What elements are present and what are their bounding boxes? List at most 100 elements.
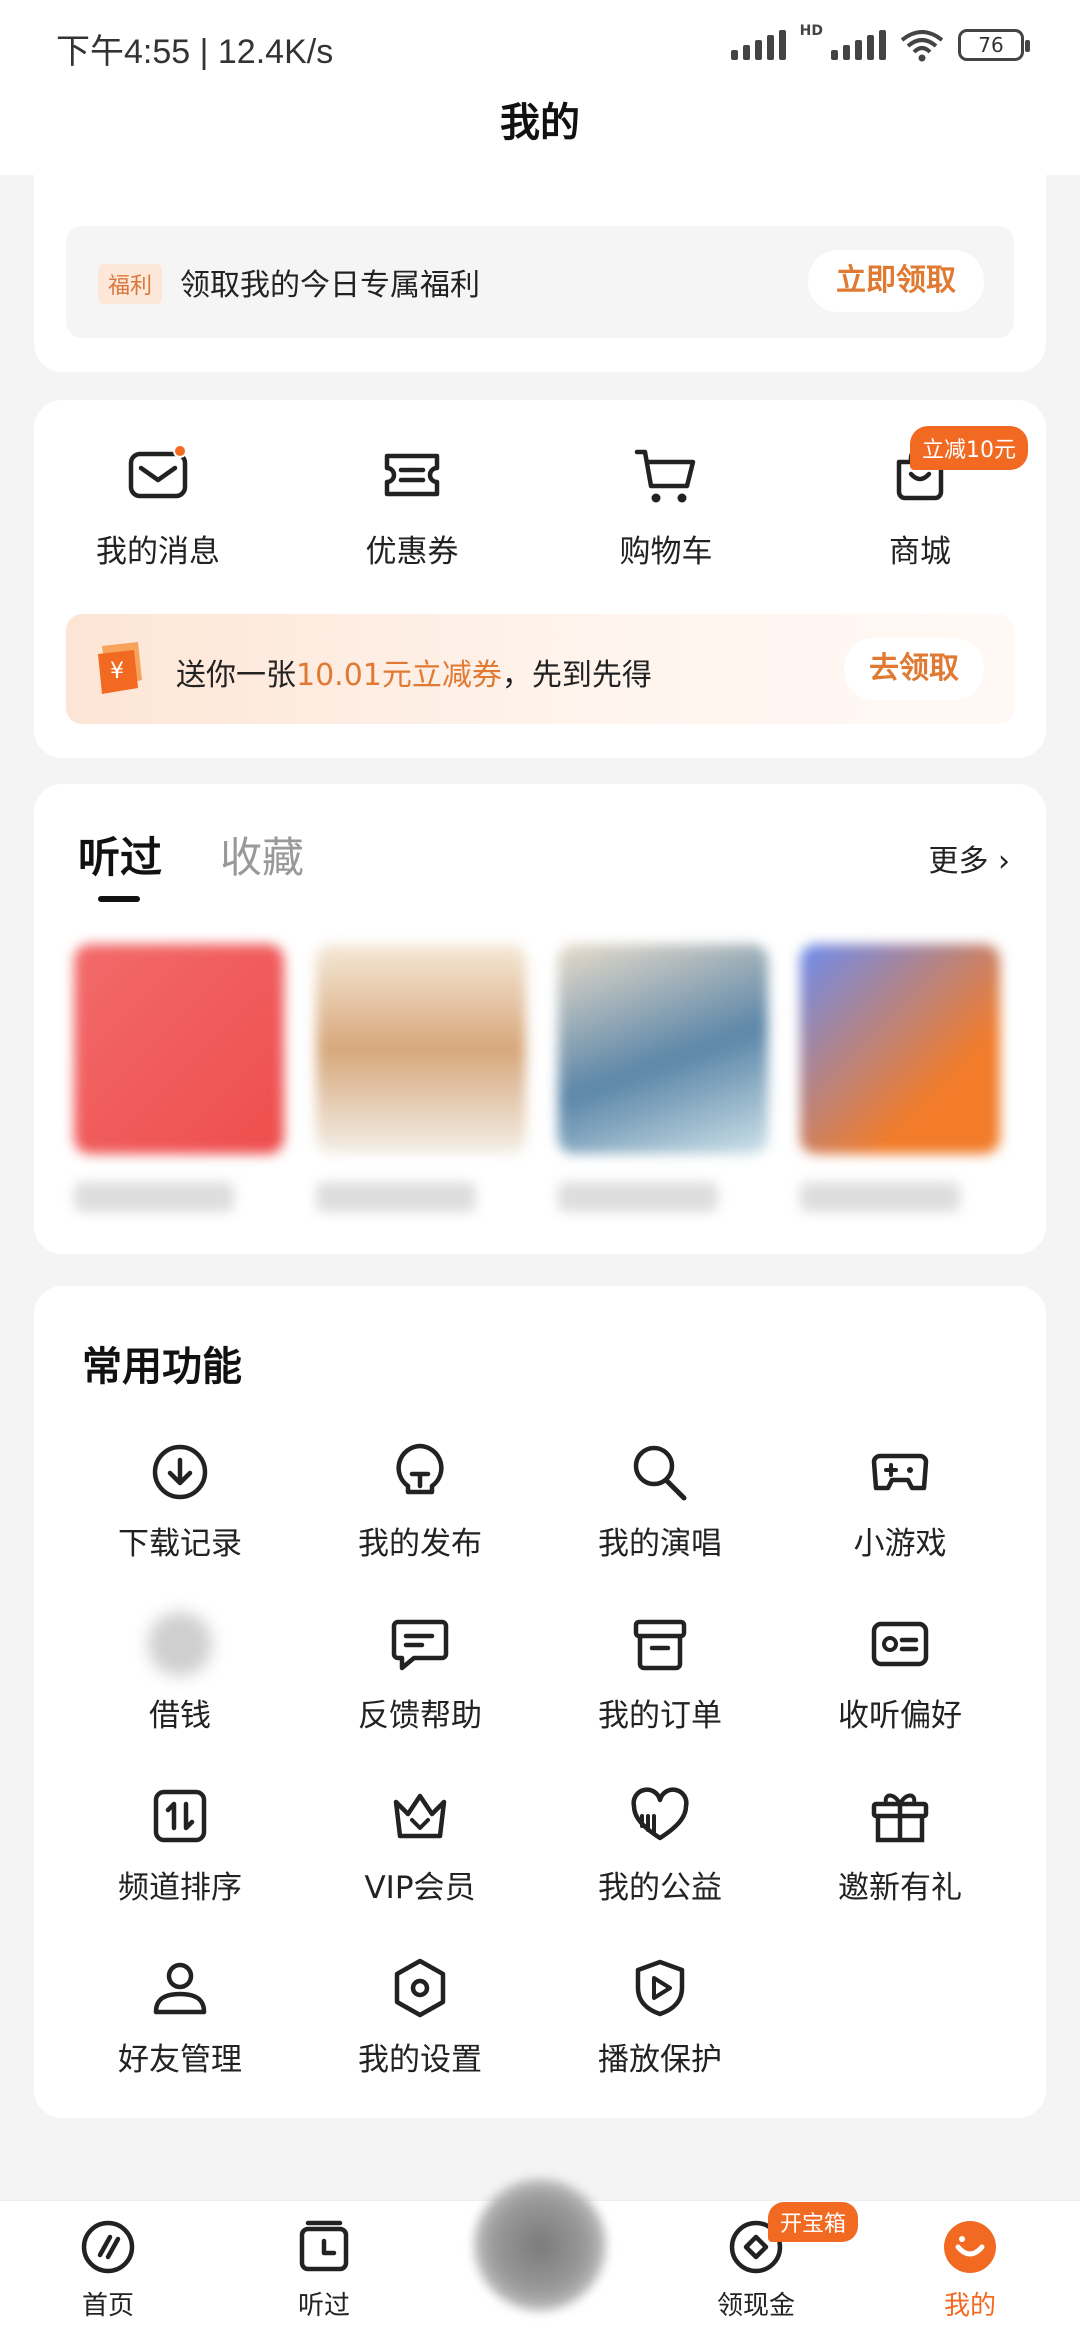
lightbulb-icon (396, 1443, 444, 1495)
welfare-text: 领取我的今日专属福利 (180, 268, 480, 303)
coupon-text-prefix: 送你一张 (176, 658, 296, 693)
charity-heart-icon (631, 1787, 689, 1841)
func-playback-protection[interactable]: 播放保护 (560, 1956, 760, 2079)
history-caption (74, 1182, 234, 1212)
history-thumbnail[interactable] (800, 944, 1000, 1154)
func-label: VIP会员 (364, 1870, 476, 1906)
func-label: 借钱 (149, 1698, 211, 1734)
coupon-highlight: 10.01元立减券 (296, 658, 502, 693)
bottom-nav: 首页 听过 领现金 我的 (0, 2179, 1080, 2340)
func-charity[interactable]: 我的公益 (560, 1784, 760, 1907)
nav-label: 领现金 (716, 2291, 795, 2321)
quick-actions-card: 我的消息 优惠券 购物车 商城 立减10元 ¥ 送你一张10.01元立减券，先到… (34, 400, 1046, 758)
feedback-icon (391, 1619, 449, 1671)
func-invite-gift[interactable]: 邀新有礼 (800, 1784, 1000, 1907)
coupon-ticket-icon: ¥ (98, 642, 142, 694)
signal-icon (730, 30, 786, 60)
welfare-tag: 福利 (98, 264, 163, 304)
order-box-icon (633, 1619, 687, 1671)
func-label: 好友管理 (118, 2042, 242, 2078)
cart-icon (631, 440, 701, 510)
history-caption (558, 1182, 718, 1212)
wifi-icon (900, 30, 944, 62)
func-label: 邀新有礼 (838, 1870, 962, 1906)
history-thumbnail[interactable] (316, 944, 526, 1154)
quick-label: 优惠券 (365, 534, 459, 570)
func-channel-sort[interactable]: 频道排序 (80, 1784, 280, 1907)
history-icon (299, 2220, 349, 2272)
quick-label: 购物车 (619, 534, 713, 570)
microphone-icon (633, 1445, 687, 1501)
home-icon (81, 2220, 135, 2274)
func-my-orders[interactable]: 我的订单 (560, 1612, 760, 1735)
coupon-banner[interactable]: ¥ 送你一张10.01元立减券，先到先得 去领取 (66, 614, 1014, 724)
history-caption (316, 1182, 476, 1212)
tab-favorites[interactable]: 收藏 (220, 824, 304, 885)
nav-home[interactable]: 首页 (38, 2217, 178, 2322)
loan-icon (148, 1612, 212, 1676)
more-link[interactable]: 更多 › (928, 836, 1010, 880)
preference-card-icon (871, 1621, 929, 1667)
welfare-card: 福利 领取我的今日专属福利 立即领取 (34, 150, 1046, 372)
quick-label: 我的消息 (96, 534, 220, 570)
history-thumbnail[interactable] (74, 944, 284, 1154)
history-card: 听过 收藏 更多 › (34, 784, 1046, 1254)
func-label: 我的订单 (598, 1698, 722, 1734)
status-time: 下午4:55 | 12.4K/s (56, 33, 334, 71)
claim-welfare-button[interactable]: 立即领取 (808, 250, 984, 312)
treasure-badge: 开宝箱 (768, 2202, 859, 2242)
gift-icon (871, 1793, 929, 1843)
func-label: 频道排序 (118, 1870, 242, 1906)
common-functions-card: 常用功能 下载记录 我的发布 我的演唱 小游戏 借钱 反馈帮助 我的订单 收听偏… (34, 1286, 1046, 2118)
func-mini-games[interactable]: 小游戏 (800, 1440, 1000, 1563)
func-my-singing[interactable]: 我的演唱 (560, 1440, 760, 1563)
func-label: 收听偏好 (838, 1698, 962, 1734)
center-play-orb[interactable] (474, 2179, 606, 2311)
signal-2-icon (831, 30, 886, 60)
func-download-records[interactable]: 下载记录 (80, 1440, 280, 1563)
func-friend-management[interactable]: 好友管理 (80, 1956, 280, 2079)
coupon-text-suffix: ，先到先得 (501, 658, 652, 693)
func-my-settings[interactable]: 我的设置 (320, 1956, 520, 2079)
quick-item-messages[interactable]: 我的消息 (58, 440, 258, 571)
welfare-banner[interactable]: 福利 领取我的今日专属福利 立即领取 (66, 226, 1014, 338)
hd-label: HD (799, 23, 823, 39)
tab-listened[interactable]: 听过 (78, 824, 162, 902)
quick-item-cart[interactable]: 购物车 (566, 440, 766, 571)
quick-item-coupons[interactable]: 优惠券 (312, 440, 512, 571)
func-label: 我的演唱 (598, 1526, 722, 1562)
mall-discount-badge: 立减10元 (910, 426, 1028, 470)
nav-profile[interactable]: 我的 (900, 2217, 1040, 2322)
func-borrow[interactable]: 借钱 (80, 1612, 280, 1735)
gamepad-icon (871, 1453, 929, 1491)
section-title: 常用功能 (82, 1344, 242, 1390)
nav-label: 我的 (943, 2291, 996, 2321)
svg-text:¥: ¥ (110, 659, 124, 684)
func-listening-preferences[interactable]: 收听偏好 (800, 1612, 1000, 1735)
battery-icon: 76 (958, 29, 1030, 61)
ticket-icon (377, 440, 447, 510)
crown-icon (393, 1793, 447, 1839)
func-label: 下载记录 (118, 1526, 242, 1562)
func-feedback[interactable]: 反馈帮助 (320, 1612, 520, 1735)
func-label: 反馈帮助 (358, 1698, 482, 1734)
claim-coupon-button[interactable]: 去领取 (844, 638, 984, 700)
func-label: 我的设置 (358, 2042, 482, 2078)
history-thumbnail[interactable] (558, 944, 768, 1154)
func-label: 播放保护 (598, 2042, 722, 2078)
nav-label: 听过 (297, 2291, 350, 2321)
func-label: 小游戏 (853, 1526, 947, 1562)
download-icon (152, 1444, 208, 1500)
more-label: 更多 (928, 844, 989, 879)
func-my-posts[interactable]: 我的发布 (320, 1440, 520, 1563)
history-caption (800, 1182, 960, 1212)
nav-listened[interactable]: 听过 (254, 2217, 394, 2322)
func-label: 我的公益 (598, 1870, 722, 1906)
play-shield-icon (635, 1959, 685, 2017)
user-icon (153, 1962, 207, 2015)
coupon-text: 送你一张10.01元立减券，先到先得 (176, 650, 652, 694)
func-vip[interactable]: VIP会员 (320, 1784, 520, 1907)
nav-label: 首页 (81, 2291, 134, 2321)
quick-label: 商城 (889, 534, 951, 570)
status-bar: 下午4:55 | 12.4K/s HD 76 (0, 0, 1080, 95)
